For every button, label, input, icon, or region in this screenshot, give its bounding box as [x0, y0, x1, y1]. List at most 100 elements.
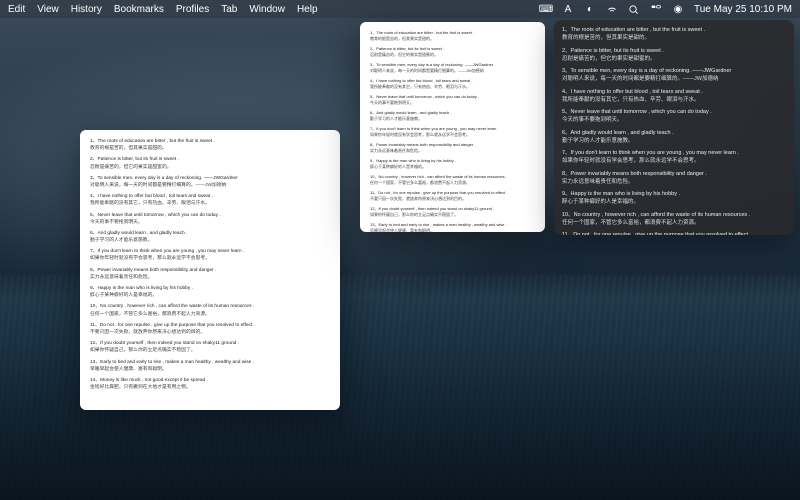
quote-chinese: 早睡早起会使人健康、富有和聪明。 — [370, 228, 535, 232]
menu-item-help[interactable]: Help — [297, 4, 318, 15]
menu-item-profiles[interactable]: Profiles — [176, 4, 209, 15]
quote-english: 7、If you don't learn to think when you a… — [562, 149, 786, 157]
quote-chinese: 今天的事不要拖到明天。 — [370, 100, 535, 106]
quote-entry: 4、I have nothing to offer but blood , to… — [370, 78, 535, 90]
quote-chinese: 如果你年轻时就没有学会思考，那么就永远学不会思考。 — [90, 255, 330, 262]
quote-chinese: 如果你年轻时就没有学会思考，那么就永远学不会思考。 — [370, 132, 535, 138]
quote-chinese: 实力永远意味着责任和危险。 — [370, 148, 535, 154]
quote-english: 1、The roots of education are bitter , bu… — [90, 138, 330, 145]
quote-entry: 5、Never leave that until tomorrow , whic… — [90, 212, 330, 226]
menu-item-view[interactable]: View — [37, 4, 59, 15]
quote-english: 3、To sensible men, every day is a day of… — [562, 67, 786, 75]
quote-entry: 11、Do not , for one repulse , give up th… — [562, 231, 786, 235]
quote-english: 4、I have nothing to offer but blood , to… — [562, 88, 786, 96]
quote-chinese: 实力永远意味着责任和危险。 — [90, 274, 330, 281]
quote-entry: 13、Early to bed and early to rise , make… — [370, 222, 535, 232]
text-icon[interactable]: A — [562, 3, 574, 15]
quote-chinese: 教育的根是苦的，但其果实是甜的。 — [370, 36, 535, 42]
quote-chinese: 对聪明人来说，每一天的时间都是要精打细算的。——JW加德纳 — [90, 182, 330, 189]
quote-english: 14、Money is like muck , not good except … — [90, 377, 330, 384]
quote-chinese: 忍耐是痛苦的，但它的果实是甜蜜的。 — [562, 55, 786, 63]
quote-chinese: 任何一个国家，不管它多么富裕，都浪费不起人力资源。 — [562, 219, 786, 227]
quote-chinese: 勤于学习的人才能乐意施教。 — [370, 116, 535, 122]
quote-entry: 10、No country , however rich , can affor… — [562, 211, 786, 228]
quote-entry: 6、And gladly would learn , and gladly te… — [90, 230, 330, 244]
quote-english: 2、Patience is bitter, but its fruit is s… — [90, 156, 330, 163]
quote-chinese: 如果你年轻时就没有学会思考，那么就永远学不会思考。 — [562, 157, 786, 165]
quote-chinese: 早睡早起会使人健康、富有和聪明。 — [90, 366, 330, 373]
quote-entry: 5、Never leave that until tomorrow , whic… — [562, 108, 786, 125]
quote-chinese: 任何一个国家，不管它多么富裕，都浪费不起人力资源。 — [90, 311, 330, 318]
menubar-clock[interactable]: Tue May 25 10:10 PM — [694, 4, 792, 15]
quote-english: 13、Early to bed and early to rise , make… — [90, 359, 330, 366]
control-center-icon[interactable] — [650, 3, 662, 15]
quote-chinese: 我所能奉献的没有其它，只有热血、辛劳、眼泪与汗水。 — [370, 84, 535, 90]
quote-entry: 9、Happy is the man who is living by his … — [562, 190, 786, 207]
quote-chinese: 实力永远意味着责任和危险。 — [562, 178, 786, 186]
quote-chinese: 不要只因一次失败，就放弃你原来决心想达到的目的。 — [90, 329, 330, 336]
menu-item-history[interactable]: History — [71, 4, 102, 15]
quote-entry: 6、And gladly would learn , and gladly te… — [370, 110, 535, 122]
quote-english: 12、If you doubt yourself , then indeed y… — [90, 340, 330, 347]
ime-icon[interactable]: ⌨ — [540, 3, 552, 15]
quote-entry: 9、Happy is the man who is living by his … — [90, 285, 330, 299]
quote-chinese: 金钱好比粪肥，只有撒到在大地才是有用之物。 — [90, 384, 330, 391]
menu-item-edit[interactable]: Edit — [8, 4, 25, 15]
user-icon[interactable]: ◐ — [584, 3, 596, 15]
quote-chinese: 今天的事不要拖到明天。 — [90, 219, 330, 226]
quote-chinese: 醉心于某种癖好的人是幸福的。 — [562, 198, 786, 206]
quote-entry: 14、Money is like muck , not good except … — [90, 377, 330, 391]
menu-item-window[interactable]: Window — [249, 4, 285, 15]
quote-english: 1、The roots of education are bitter , bu… — [562, 26, 786, 34]
quote-entry: 1、The roots of education are bitter , bu… — [90, 138, 330, 152]
quote-chinese: 对聪明人来说，每一天的时间都是要精打细算的。——JW加德纳 — [562, 75, 786, 83]
quote-chinese: 醉心于某种癖好的人是幸福的。 — [370, 164, 535, 170]
quote-english: 7、If you don't learn to think when you a… — [90, 248, 330, 255]
quote-chinese: 我所能奉献的没有其它，只有热血、辛劳、眼泪与汗水。 — [90, 200, 330, 207]
quote-english: 5、Never leave that until tomorrow , whic… — [562, 108, 786, 116]
notification-panel[interactable]: 1、The roots of education are bitter , bu… — [554, 20, 794, 235]
menubar-left: Edit View History Bookmarks Profiles Tab Windo… — [8, 4, 318, 15]
quote-english: 11、Do not , for one repulse , give up th… — [562, 231, 786, 235]
quote-entry: 3、To sensible men, every day is a day of… — [370, 62, 535, 74]
wifi-icon[interactable] — [606, 3, 618, 15]
quote-chinese: 醉心于某种癖好的人是幸福的。 — [90, 292, 330, 299]
quote-english: 3、To sensible men, every day is a day of… — [90, 175, 330, 182]
quote-english: 11、Do not , for one repulse , give up th… — [90, 322, 330, 329]
menu-item-tab[interactable]: Tab — [221, 4, 237, 15]
quote-entry: 7、If you don't learn to think when you a… — [370, 126, 535, 138]
quote-chinese: 忍耐是痛苦的，但它的果实是甜蜜的。 — [90, 164, 330, 171]
quote-entry: 8、Power invariably means both responsibi… — [562, 170, 786, 187]
quote-chinese: 教育的根是苦的，但其果实是甜的。 — [90, 145, 330, 152]
quote-chinese: 不要只因一次失败，就放弃你原来决心想达到的目的。 — [370, 196, 535, 202]
quote-english: 6、And gladly would learn , and gladly te… — [90, 230, 330, 237]
quote-entry: 1、The roots of education are bitter , bu… — [370, 30, 535, 42]
menu-item-bookmarks[interactable]: Bookmarks — [114, 4, 164, 15]
quote-chinese: 任何一个国家，不管它多么富裕，都浪费不起人力资源。 — [370, 180, 535, 186]
quote-entry: 8、Power invariably means both responsibi… — [90, 267, 330, 281]
quote-entry: 7、If you don't learn to think when you a… — [90, 248, 330, 262]
quote-chinese: 对聪明人来说，每一天的时间都是要精打细算的。——JW加德纳 — [370, 68, 535, 74]
quote-chinese: 勤于学习的人才能乐意施教。 — [562, 137, 786, 145]
quote-entry: 7、If you don't learn to think when you a… — [562, 149, 786, 166]
quote-chinese: 如果你怀疑自己，那么你的立足点确实不稳固了。 — [90, 347, 330, 354]
quote-entry: 2、Patience is bitter, but its fruit is s… — [90, 156, 330, 170]
quote-entry: 8、Power invariably means both responsibi… — [370, 142, 535, 154]
quote-english: 8、Power invariably means both responsibi… — [562, 170, 786, 178]
quote-chinese: 忍耐是痛苦的，但它的果实是甜蜜的。 — [370, 52, 535, 58]
quote-chinese: 今天的事不要拖到明天。 — [562, 116, 786, 124]
quote-entry: 3、To sensible men, every day is a day of… — [90, 175, 330, 189]
quote-entry: 12、If you doubt yourself , then indeed y… — [370, 206, 535, 218]
quote-english: 10、No country , however rich , can affor… — [90, 303, 330, 310]
document-window-primary[interactable]: 1、The roots of education are bitter , bu… — [80, 130, 340, 410]
quote-entry: 11、Do not , for one repulse , give up th… — [90, 322, 330, 336]
quote-entry: 13、Early to bed and early to rise , make… — [90, 359, 330, 373]
quote-entry: 12、If you doubt yourself , then indeed y… — [90, 340, 330, 354]
quote-entry: 1、The roots of education are bitter , bu… — [562, 26, 786, 43]
quote-english: 9、Happy is the man who is living by his … — [90, 285, 330, 292]
quote-english: 8、Power invariably means both responsibi… — [90, 267, 330, 274]
siri-icon[interactable]: ◉ — [672, 3, 684, 15]
quote-entry: 10、No country , however rich , can affor… — [370, 174, 535, 186]
search-icon[interactable] — [628, 3, 640, 15]
document-window-secondary[interactable]: 1、The roots of education are bitter , bu… — [360, 22, 545, 232]
